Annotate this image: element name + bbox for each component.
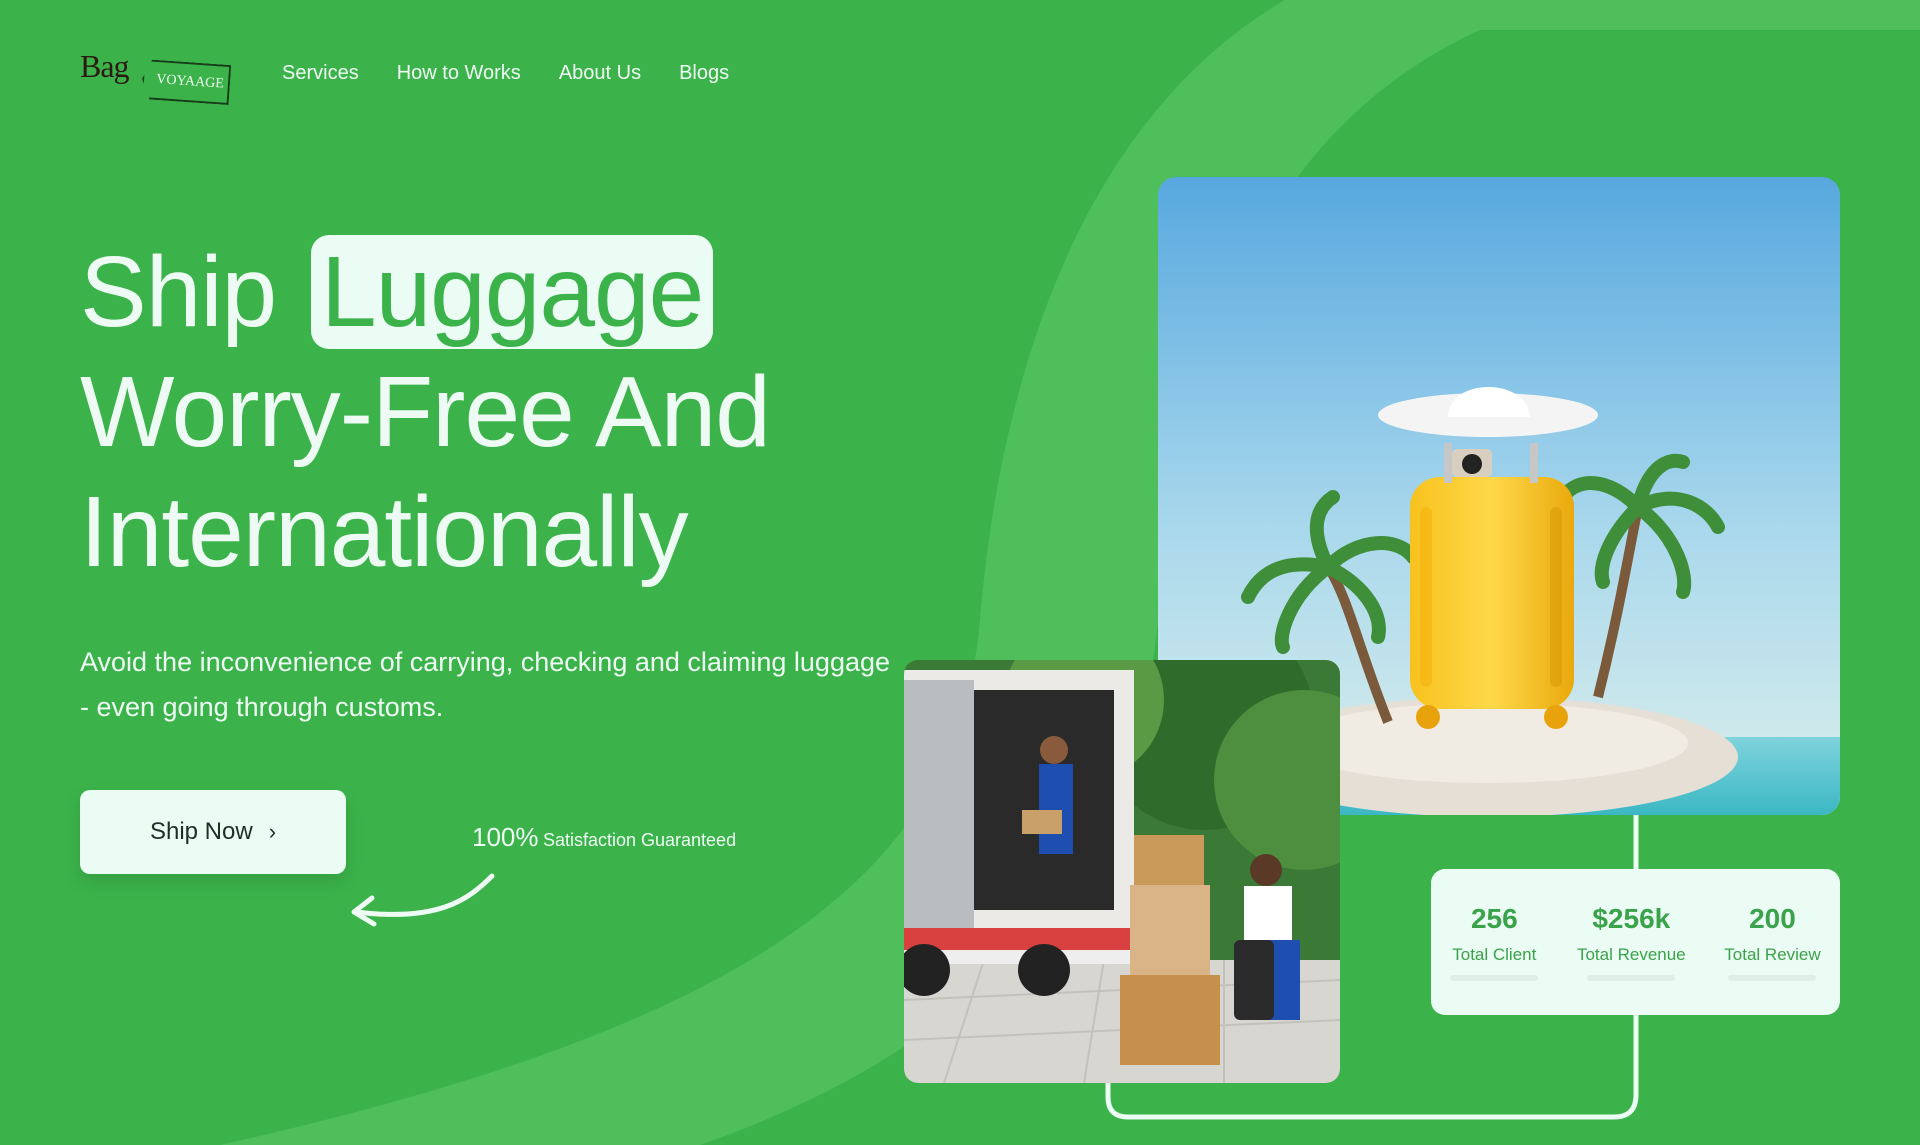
satisfaction-guarantee: 100% Satisfaction Guaranteed bbox=[472, 822, 736, 853]
stat-value: 256 bbox=[1470, 903, 1518, 934]
hero-title-line-3: Internationally bbox=[80, 476, 689, 588]
stats-card: 256 Total Client $256k Total Revenue 200… bbox=[1431, 869, 1840, 1015]
hero-title-word: Ship bbox=[80, 236, 277, 348]
main-nav: Services How to Works About Us Blogs bbox=[282, 62, 729, 85]
logo-wordmark: Bag bbox=[80, 48, 130, 84]
guarantee-percent: 100% bbox=[472, 822, 539, 852]
stat-value: $256k bbox=[1592, 903, 1671, 934]
stat-bar bbox=[1587, 975, 1676, 981]
hero-title-line-2: Worry-Free And bbox=[80, 356, 771, 468]
stat-value: 200 bbox=[1749, 903, 1796, 934]
stat-label: Total Revenue bbox=[1576, 945, 1686, 964]
stat-bar bbox=[1450, 975, 1539, 981]
nav-about-us[interactable]: About Us bbox=[559, 62, 641, 85]
hero-title-highlight: Luggage bbox=[310, 235, 714, 349]
chevron-right-icon: › bbox=[268, 819, 277, 844]
nav-how-to-works[interactable]: How to Works bbox=[397, 62, 521, 85]
stat-label: Total Review bbox=[1724, 945, 1821, 964]
nav-services[interactable]: Services bbox=[282, 62, 359, 85]
stat-bar bbox=[1728, 975, 1817, 981]
ship-now-label: Ship Now bbox=[149, 818, 253, 845]
nav-blogs[interactable]: Blogs bbox=[679, 62, 729, 85]
stat-total-revenue: $256k Total Revenue bbox=[1577, 903, 1686, 981]
guarantee-text: Satisfaction Guaranteed bbox=[542, 830, 737, 850]
movers-truck-image bbox=[904, 660, 1340, 1083]
stat-total-review: 200 Total Review bbox=[1724, 903, 1821, 981]
logo[interactable]: Bag VOYAAGE bbox=[80, 48, 232, 108]
hero-title-line-1: Ship Luggage bbox=[80, 232, 770, 352]
hero-subtitle: Avoid the inconvenience of carrying, che… bbox=[80, 647, 891, 722]
curved-arrow-icon bbox=[351, 873, 495, 927]
movers-truck-illustration bbox=[904, 660, 1340, 1083]
stat-label: Total Client bbox=[1452, 945, 1537, 964]
stat-total-client: 256 Total Client bbox=[1450, 903, 1539, 981]
ship-now-button[interactable]: Ship Now › bbox=[80, 790, 346, 874]
hero-title: Ship Luggage Worry-Free And Internationa… bbox=[80, 232, 771, 592]
luggage-tag-icon: VOYAAGE bbox=[141, 59, 232, 105]
